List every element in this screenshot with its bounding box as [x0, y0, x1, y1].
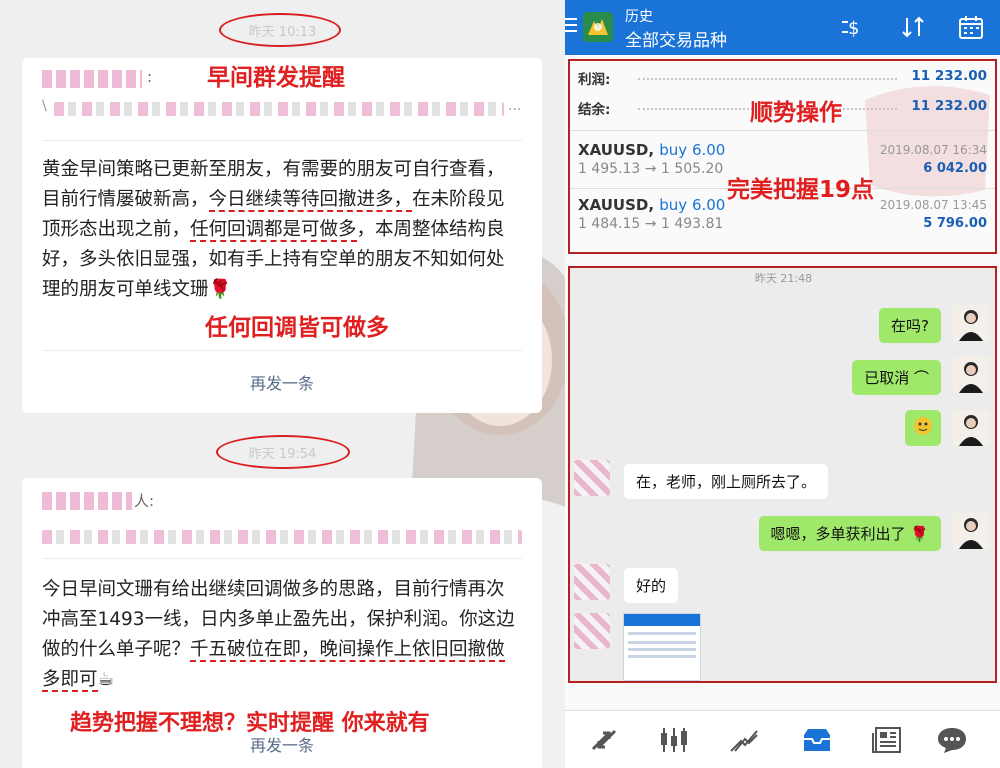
currency-filter-icon[interactable]: $: [836, 12, 866, 42]
svg-text:$: $: [848, 18, 859, 39]
news-icon[interactable]: [870, 725, 904, 755]
message-body: 黄金早间策略已更新至朋友，有需要的朋友可自行查看，目前行情屡破新高，今日继续等待…: [42, 159, 505, 300]
highlight-box: [568, 266, 997, 683]
recipient-prefix: \: [42, 98, 47, 114]
sender-suffix: :: [147, 68, 153, 86]
app-top-bar: 历史 全部交易品种 $: [565, 0, 1000, 55]
right-trading-pane: 历史 全部交易品种 $ 利润: 11 232.00 结余: 11 232.00 …: [565, 0, 1000, 768]
symbol-filter[interactable]: 全部交易品种: [625, 26, 727, 51]
rose-emoji: 🌹: [208, 279, 232, 300]
divider: [42, 558, 522, 559]
quotes-icon[interactable]: [587, 725, 621, 755]
underlined-text: 任何回调都是可做多: [190, 219, 357, 242]
divider: [42, 140, 522, 141]
history-icon[interactable]: [800, 725, 834, 755]
highlight-circle: [216, 435, 350, 469]
chart-icon[interactable]: [657, 725, 691, 755]
calendar-icon[interactable]: [956, 12, 986, 42]
trade-icon[interactable]: [727, 725, 761, 755]
annotation-realtime-alert: 趋势把握不理想？实时提醒 你来就有: [70, 711, 430, 736]
highlight-circle: [219, 13, 341, 47]
sender-name-masked: [42, 70, 142, 88]
recipient-list-masked: [42, 530, 522, 544]
group-message-card: : \ ... 黄金早间策略已更新至朋友，有需要的朋友可自行查看，目前行情屡破新…: [22, 58, 542, 413]
bottom-navigation: [565, 710, 1000, 768]
resend-button[interactable]: 再发一条: [22, 370, 542, 394]
annotation-buy-dips: 任何回调皆可做多: [205, 315, 389, 341]
sender-name-masked: [42, 492, 132, 510]
coffee-emoji: ☕: [97, 669, 115, 690]
app-logo-icon: [583, 12, 613, 42]
recipient-list-masked: [54, 102, 504, 116]
divider: [42, 350, 522, 351]
sort-icon[interactable]: [898, 12, 928, 42]
message-body: 今日早间文珊有给出继续回调做多的思路，目前行情再次冲高至1493一线，日内多单止…: [42, 579, 515, 692]
sender-suffix: 人:: [134, 492, 155, 510]
annotation-trend-trading: 顺势操作: [750, 100, 842, 126]
underlined-text: 今日继续等待回撤进多，: [208, 189, 413, 212]
annotation-19-points: 完美把握19点: [727, 177, 875, 203]
highlight-box: [568, 59, 997, 254]
chat-icon[interactable]: [935, 725, 969, 755]
menu-icon[interactable]: [565, 18, 577, 36]
annotation-morning-alert: 早间群发提醒: [207, 65, 345, 91]
recipient-ellipsis: ...: [508, 98, 522, 114]
left-chat-pane: 昨天 10:13 : \ ... 黄金早间策略已更新至朋友，有需要的朋友可自行查…: [0, 0, 565, 768]
screen-title-small: 历史: [625, 9, 653, 25]
